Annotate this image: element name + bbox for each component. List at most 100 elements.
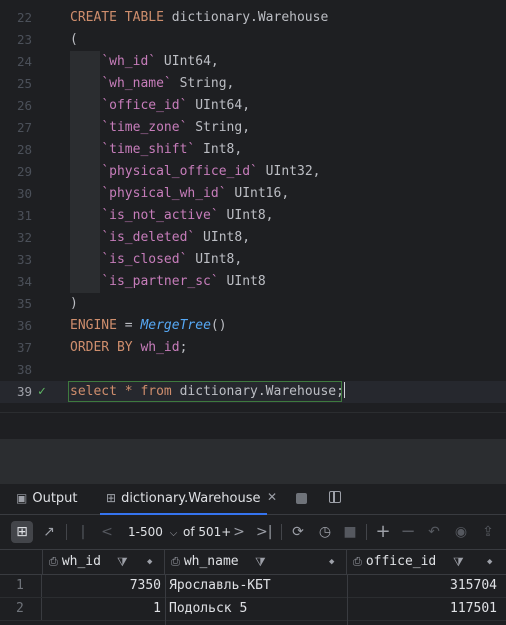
column-header-wh-id[interactable]: ⎙ wh_id ⧩ ◆ — [43, 550, 165, 574]
cell-office-id[interactable]: 117501 — [347, 598, 497, 620]
first-page-icon[interactable]: |< — [76, 515, 90, 574]
code-token: `wh_name` — [101, 76, 172, 91]
total-rows: of 501+ — [183, 525, 232, 539]
column-icon: ⎙ — [171, 555, 180, 568]
code-text: `is_deleted` UInt8, — [70, 227, 250, 249]
panel-splitter[interactable] — [0, 439, 506, 484]
code-line[interactable]: 34 `is_partner_sc` UInt8 — [0, 271, 506, 293]
code-token: UInt8 — [218, 274, 266, 289]
column-header-wh-name[interactable]: ⎙ wh_name ⧩ ◆ — [165, 550, 347, 574]
toolbar-separator — [66, 524, 67, 540]
submit-icon[interactable]: ⇪ — [480, 515, 496, 549]
code-text: `physical_wh_id` UInt16, — [70, 183, 289, 205]
code-token: = — [116, 318, 141, 333]
current-statement-highlight — [68, 381, 342, 402]
code-token: `physical_wh_id` — [101, 186, 227, 201]
cell-office-id[interactable]: 315704 — [347, 575, 497, 597]
preview-changes-icon[interactable]: ◉ — [452, 515, 470, 549]
table-row[interactable]: 1 7350 Ярославль-КБТ 315704 — [0, 575, 506, 598]
stop-icon[interactable]: ■ — [342, 515, 358, 549]
row-number[interactable]: 2 — [0, 598, 42, 620]
code-text: ) — [70, 293, 78, 315]
code-text: CREATE TABLE dictionary.Warehouse — [70, 7, 328, 29]
results-grid[interactable]: ⎙ wh_id ⧩ ◆ ⎙ wh_name ⧩ ◆ ⎙ office_id ⧩ ◆ 1… — [0, 550, 506, 625]
layout-icon[interactable] — [329, 491, 341, 503]
code-token: CREATE TABLE — [70, 10, 172, 25]
toolbar-separator — [366, 524, 367, 540]
tab-warehouse-result[interactable]: ⊞ dictionary.Warehouse — [100, 484, 267, 515]
code-line[interactable]: 29 `physical_office_id` UInt32, — [0, 161, 506, 183]
page-range-selector[interactable]: 1-500 ⌵ — [128, 515, 177, 549]
filter-icon[interactable]: ⧩ — [255, 550, 266, 574]
add-row-icon[interactable]: + — [374, 515, 392, 549]
code-line[interactable]: 25 `wh_name` String, — [0, 73, 506, 95]
cell-wh-name[interactable]: Ярославль-КБТ — [169, 575, 344, 597]
code-token: UInt8, — [218, 208, 274, 223]
line-number: 23 — [16, 32, 32, 47]
code-line[interactable]: 36 ENGINE = MergeTree() — [0, 315, 506, 337]
cell-wh-id[interactable]: 1 — [43, 598, 161, 620]
code-line[interactable]: 27 `time_zone` String, — [0, 117, 506, 139]
chevron-down-icon: ⌵ — [169, 528, 178, 539]
cell-wh-name[interactable]: Подольск 5 — [169, 598, 344, 620]
terminal-icon: ▣ — [16, 491, 28, 505]
delete-row-icon[interactable]: − — [400, 515, 416, 549]
code-line[interactable]: 37 ORDER BY wh_id; — [0, 337, 506, 359]
code-token: `is_closed` — [101, 252, 188, 267]
code-line[interactable]: 32 `is_deleted` UInt8, — [0, 227, 506, 249]
last-page-icon[interactable]: >| — [256, 515, 272, 549]
table-row[interactable]: 2 1 Подольск 5 117501 — [0, 598, 506, 621]
filter-icon[interactable]: ⧩ — [117, 550, 128, 574]
tab-output[interactable]: ▣ Output — [16, 484, 78, 514]
code-token: `is_partner_sc` — [101, 274, 219, 289]
code-line[interactable]: 22 CREATE TABLE dictionary.Warehouse — [0, 7, 506, 29]
code-token: `time_zone` — [101, 120, 188, 135]
close-icon[interactable]: ✕ — [267, 490, 277, 504]
code-text: `wh_name` String, — [70, 73, 234, 95]
previous-page-icon[interactable]: < — [101, 515, 113, 549]
result-tabs-bar: ▣ Output ⊞ dictionary.Warehouse ✕ — [0, 484, 506, 515]
sort-icon[interactable]: ◆ — [147, 550, 152, 574]
column-header-office-id[interactable]: ⎙ office_id ⧩ ◆ — [347, 550, 506, 574]
code-token: () — [210, 318, 227, 333]
code-token: UInt8, — [187, 252, 243, 267]
sort-icon[interactable]: ◆ — [487, 550, 492, 574]
line-number: 32 — [16, 230, 32, 245]
line-number: 22 — [16, 10, 32, 25]
line-number: 28 — [16, 142, 32, 157]
grid-view-icon[interactable]: ⊞ — [11, 521, 33, 543]
code-line[interactable]: 35) — [0, 293, 506, 315]
next-page-icon[interactable]: > — [233, 515, 245, 549]
filter-icon[interactable]: ⧩ — [453, 550, 464, 574]
grid-header: ⎙ wh_id ⧩ ◆ ⎙ wh_name ⧩ ◆ ⎙ office_id ⧩ ◆ — [0, 550, 506, 575]
sort-icon[interactable]: ◆ — [329, 550, 334, 574]
row-number[interactable]: 1 — [0, 575, 42, 597]
line-number: 24 — [16, 54, 32, 69]
column-name: office_id — [365, 554, 437, 569]
revert-icon[interactable]: ↶ — [426, 515, 442, 549]
code-line[interactable]: 30 `physical_wh_id` UInt16, — [0, 183, 506, 205]
code-line[interactable]: 31 `is_not_active` UInt8, — [0, 205, 506, 227]
cell-wh-id[interactable]: 7350 — [43, 575, 161, 597]
clock-icon[interactable]: ◷ — [316, 515, 334, 549]
code-token: dictionary.Warehouse — [171, 10, 329, 25]
chart-view-icon[interactable]: ↗ — [41, 515, 57, 549]
code-line[interactable]: 24 `wh_id` UInt64, — [0, 51, 506, 73]
code-line[interactable]: 28 `time_shift` Int8, — [0, 139, 506, 161]
code-line[interactable]: 26 `office_id` UInt64, — [0, 95, 506, 117]
sql-editor[interactable]: 22 CREATE TABLE dictionary.Warehouse 23 (24… — [0, 0, 506, 412]
table-icon: ⊞ — [106, 491, 117, 505]
code-text: `is_closed` UInt8, — [70, 249, 242, 271]
code-text: `time_shift` Int8, — [70, 139, 242, 161]
code-line[interactable]: 33 `is_closed` UInt8, — [0, 249, 506, 271]
code-text: `time_zone` String, — [70, 117, 250, 139]
code-token: ENGINE — [70, 318, 117, 333]
stop-icon[interactable] — [296, 493, 307, 504]
code-line[interactable]: 23 ( — [0, 29, 506, 51]
code-line[interactable]: 38 — [0, 359, 506, 381]
code-token: ) — [70, 296, 78, 311]
refresh-icon[interactable]: ⟳ — [289, 515, 307, 549]
